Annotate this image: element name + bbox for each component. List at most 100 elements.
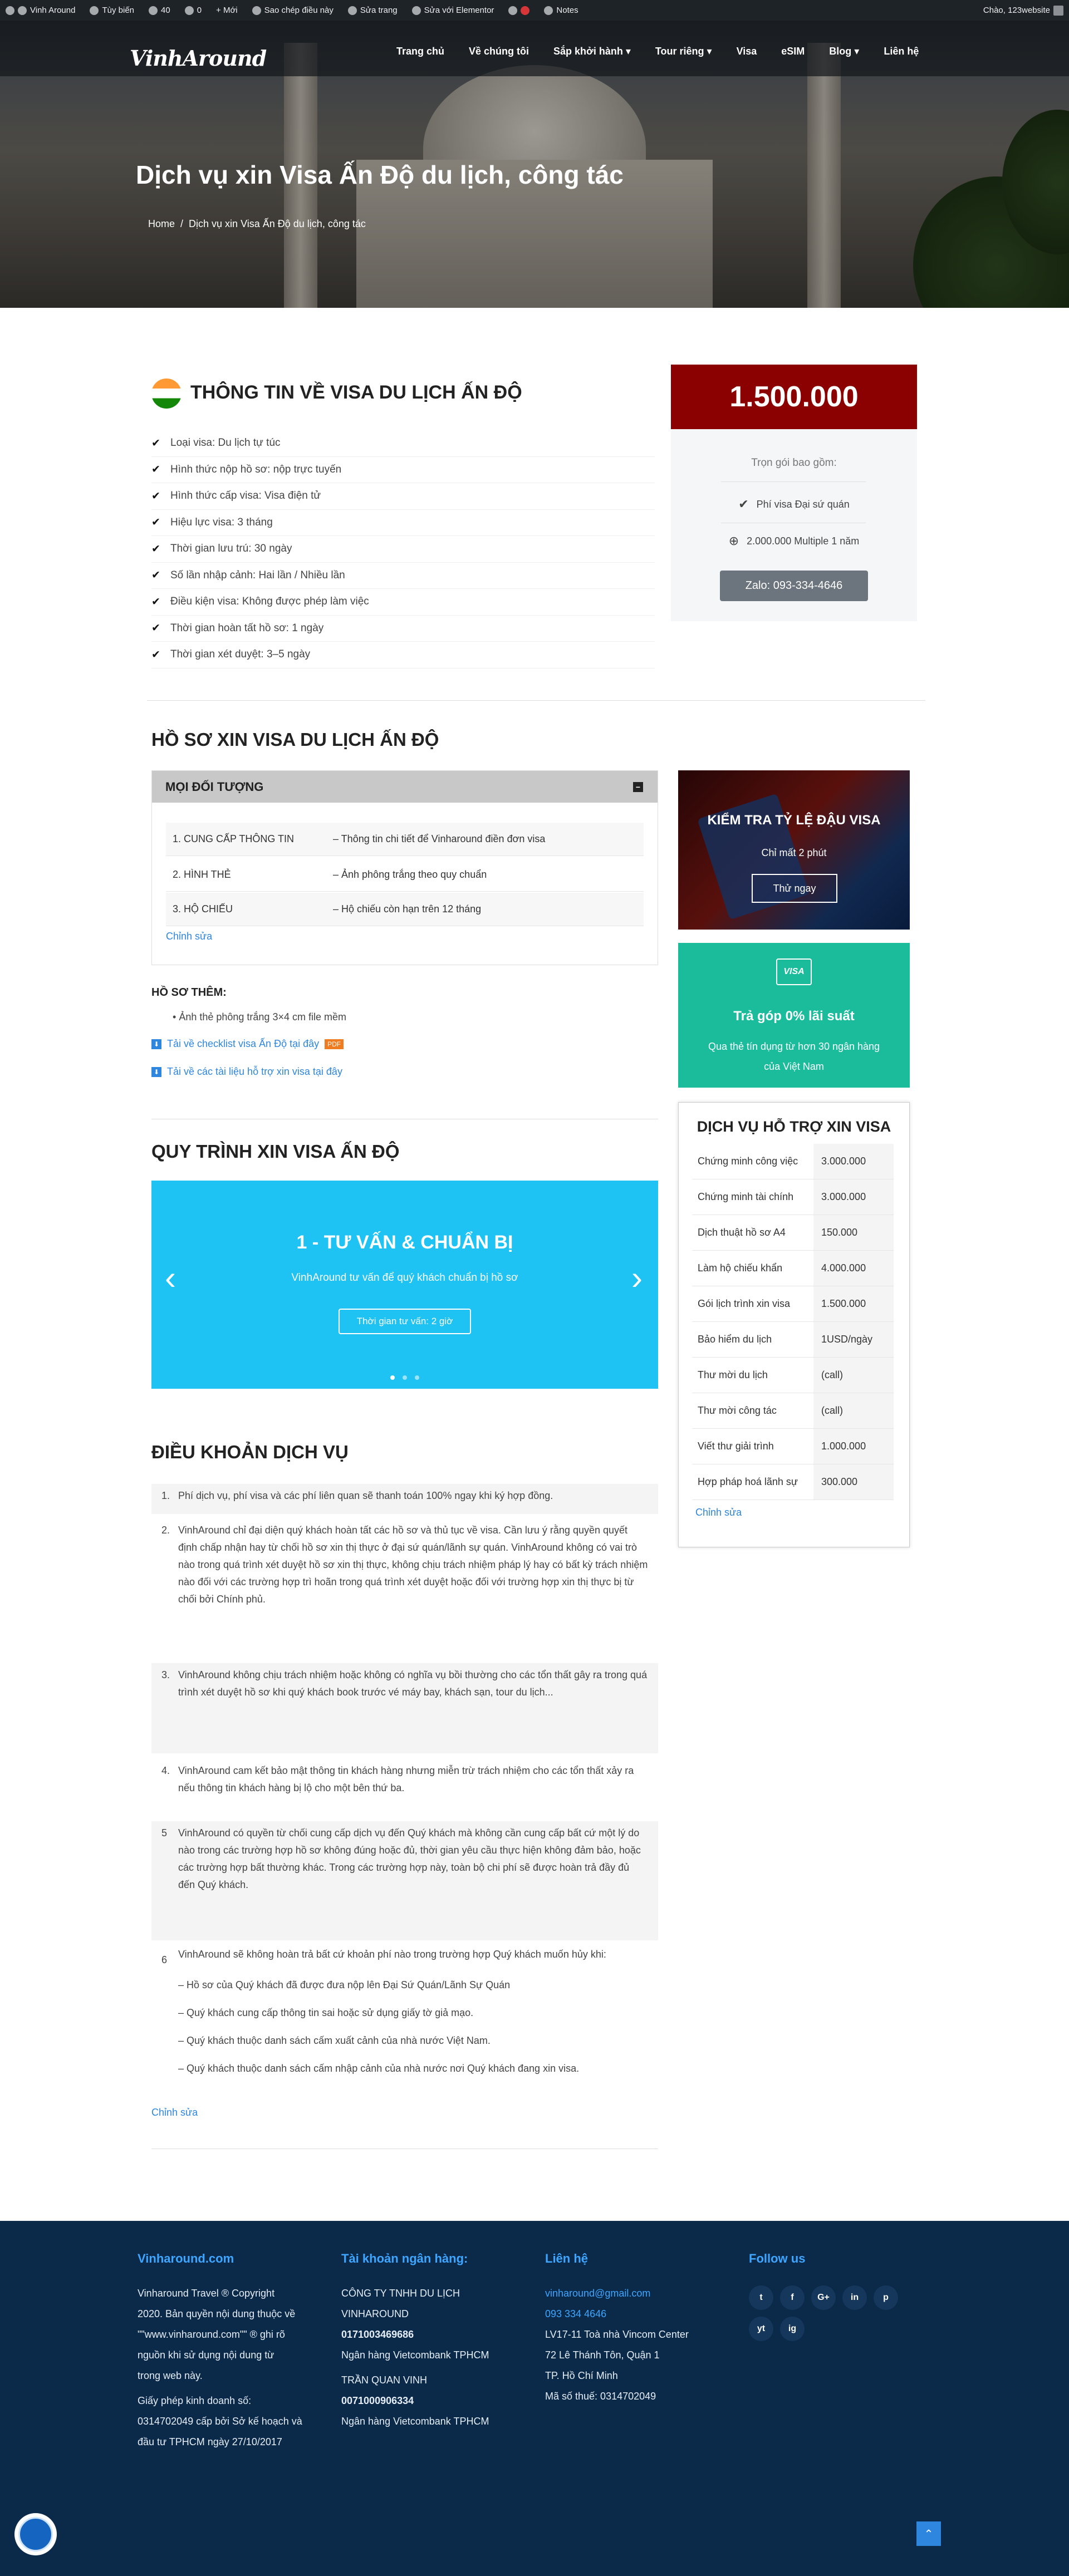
visa-check-subtitle: Chỉ mất 2 phút: [761, 847, 827, 858]
list-item: ✔ Số lần nhập cảnh: Hai lần / Nhiều lần: [151, 563, 655, 589]
slider-dot[interactable]: [403, 1375, 407, 1380]
admin-edit-page[interactable]: Sửa trang: [347, 6, 398, 15]
twitter-icon[interactable]: t: [749, 2285, 773, 2310]
admin-customize[interactable]: Tùy biến: [90, 6, 134, 15]
admin-account[interactable]: Chào, 123website: [983, 5, 1063, 16]
breadcrumb-current: Dịch vụ xin Visa Ấn Độ du lịch, công tác: [189, 218, 366, 229]
refresh-icon: [149, 6, 158, 15]
table-row: Dịch thuật hồ sơ A4 150.000: [692, 1215, 894, 1251]
list-item: ✔ Hình thức nộp hồ sơ: nộp trực tuyến: [151, 457, 655, 483]
admin-site-link[interactable]: Vinh Around: [6, 6, 75, 15]
list-item: ✔ Hiệu lực visa: 3 tháng: [151, 510, 655, 536]
slider-dot[interactable]: [390, 1375, 395, 1380]
footer-bank-info: CÔNG TY TNHH DU LỊCH VINHAROUND 0171003469…: [341, 2288, 489, 2427]
list-item: 3. VinhAround không chịu trách nhiệm hoặc…: [151, 1663, 658, 1753]
chevron-left-icon[interactable]: ‹: [165, 1261, 176, 1295]
nav-item-esim[interactable]: eSIM: [781, 46, 805, 57]
try-now-button[interactable]: Thử ngay: [752, 874, 837, 903]
plus-circle-icon: ⊕: [728, 534, 739, 548]
visa-check-banner: KIỂM TRA TỶ LỆ ĐẬU VISA Chỉ mất 2 phút T…: [678, 770, 910, 930]
admin-updates[interactable]: 40: [149, 6, 170, 15]
admin-bar: Vinh Around Tùy biến 40 0 + Mới Sao chép…: [0, 0, 1069, 21]
admin-elementor[interactable]: Sửa với Elementor: [411, 6, 494, 15]
collapse-icon[interactable]: −: [633, 781, 643, 792]
list-item: ✔ Thời gian hoàn tất hồ sơ: 1 ngày: [151, 616, 655, 642]
nav-item-private-tour[interactable]: Tour riêng ▾: [655, 46, 712, 57]
site-footer: Vinharound.com Vinharound Travel ® Copyr…: [0, 2221, 1069, 2576]
installment-desc: Qua thẻ tín dụng từ hơn 30 ngân hàng của…: [708, 1041, 880, 1072]
check-icon: ✔: [151, 437, 160, 449]
footer-copyright: Vinharound Travel ® Copyright 2020. Bản q…: [138, 2288, 302, 2447]
google-plus-icon[interactable]: G+: [811, 2285, 836, 2310]
admin-notes[interactable]: Notes: [544, 6, 578, 15]
visa-check-title: KIỂM TRA TỶ LỆ ĐẬU VISA: [707, 813, 881, 828]
footer-col1-title[interactable]: Vinharound.com: [138, 2251, 234, 2266]
slide-desc: VinhAround tư vấn để quý khách chuẩn bị …: [291, 1272, 518, 1284]
footer-col3-title: Liên hệ: [545, 2251, 589, 2265]
chat-icon: [18, 2517, 53, 2552]
price-includes-label: Trọn gói bao gồm:: [751, 457, 837, 469]
download-icon: ⬇: [151, 1066, 161, 1077]
admin-comments[interactable]: 0: [184, 6, 202, 15]
table-row: Viết thư giải trình 1.000.000: [692, 1429, 894, 1464]
back-to-top-icon[interactable]: ⌃: [916, 2521, 941, 2546]
slider-dot[interactable]: [415, 1375, 419, 1380]
instagram-icon[interactable]: ig: [780, 2317, 805, 2341]
slide-title: 1 - TƯ VẤN & CHUẨN BỊ: [296, 1232, 513, 1253]
pencil-icon: [347, 6, 357, 15]
table-row: 1. CUNG CẤP THÔNG TIN – Thông tin chi tiế…: [166, 823, 644, 856]
download-checklist-link[interactable]: ⬇ Tải về checklist visa Ấn Độ tại đây PDF: [151, 1038, 344, 1050]
brush-icon: [90, 6, 99, 15]
breadcrumb-separator: /: [180, 218, 184, 229]
extra-docs-title: HỒ SƠ THÊM:: [151, 986, 227, 999]
home-icon: [18, 6, 27, 15]
profile-title: HỒ SƠ XIN VISA DU LỊCH ẤN ĐỘ: [151, 729, 439, 750]
edit-link[interactable]: Chỉnh sửa: [151, 2107, 198, 2118]
linkedin-icon[interactable]: in: [842, 2285, 867, 2310]
copy-icon: [252, 6, 261, 15]
check-icon: ✔: [151, 569, 160, 582]
footer-phone[interactable]: 093 334 4646: [545, 2304, 689, 2324]
youtube-icon[interactable]: yt: [749, 2317, 773, 2341]
services-panel: DỊCH VỤ HỖ TRỢ XIN VISA Chứng minh công …: [678, 1102, 910, 1547]
installment-title: Trả góp 0% lãi suất: [733, 1009, 855, 1024]
check-icon: ✔: [151, 464, 160, 476]
india-flag-icon: [151, 378, 182, 409]
tab-all-subjects[interactable]: MỌI ĐỐI TƯỢNG −: [152, 771, 658, 803]
chat-widget-button[interactable]: [14, 2513, 57, 2555]
slide-button[interactable]: Thời gian tư vấn: 2 giờ: [339, 1309, 471, 1334]
nav-item-visa[interactable]: Visa: [737, 46, 757, 57]
breadcrumb-home[interactable]: Home: [148, 218, 175, 230]
table-row: Gói lịch trình xin visa 1.500.000: [692, 1286, 894, 1322]
nav-item-home[interactable]: Trang chủ: [396, 46, 444, 57]
check-icon: ✔: [151, 490, 160, 502]
comment-icon: [184, 6, 194, 15]
check-icon: ✔: [151, 648, 160, 661]
nav-item-upcoming[interactable]: Sắp khởi hành ▾: [553, 46, 631, 57]
edit-link[interactable]: Chỉnh sửa: [166, 931, 212, 942]
services-title: DỊCH VỤ HỖ TRỢ XIN VISA: [697, 1118, 891, 1135]
nav-item-contact[interactable]: Liên hệ: [884, 46, 919, 57]
footer-col4-title: Follow us: [749, 2251, 806, 2265]
admin-new[interactable]: + Mới: [216, 6, 238, 15]
nav-item-blog[interactable]: Blog ▾: [829, 46, 859, 57]
download-icon: ⬇: [151, 1039, 161, 1049]
list-item: 2. VinhAround chỉ đại diện quý khách hoàn…: [161, 1525, 648, 1605]
process-title: QUY TRÌNH XIN VISA ẤN ĐỘ: [151, 1141, 400, 1162]
admin-seo[interactable]: [508, 6, 530, 15]
site-logo[interactable]: VinhAround: [130, 46, 267, 71]
pinterest-icon[interactable]: p: [874, 2285, 898, 2310]
avatar: [1053, 5, 1063, 16]
download-docs-link[interactable]: ⬇ Tải về các tài liệu hỗ trợ xin visa tại…: [151, 1066, 342, 1078]
facebook-icon[interactable]: f: [780, 2285, 805, 2310]
nav-item-about[interactable]: Về chúng tôi: [469, 46, 529, 57]
divider: [147, 700, 925, 701]
table-row: Thư mời công tác (call): [692, 1393, 894, 1429]
table-row: Thư mời du lịch (call): [692, 1358, 894, 1393]
edit-link[interactable]: Chỉnh sửa: [695, 1507, 742, 1518]
chevron-right-icon[interactable]: ›: [631, 1261, 643, 1295]
list-item: 6 VinhAround sẽ không hoàn trả bất cứ kh…: [161, 1949, 606, 2074]
zalo-button[interactable]: Zalo: 093-334-4646: [720, 571, 868, 601]
footer-email[interactable]: vinharound@gmail.com: [545, 2283, 689, 2304]
admin-duplicate[interactable]: Sao chép điều này: [252, 6, 334, 15]
